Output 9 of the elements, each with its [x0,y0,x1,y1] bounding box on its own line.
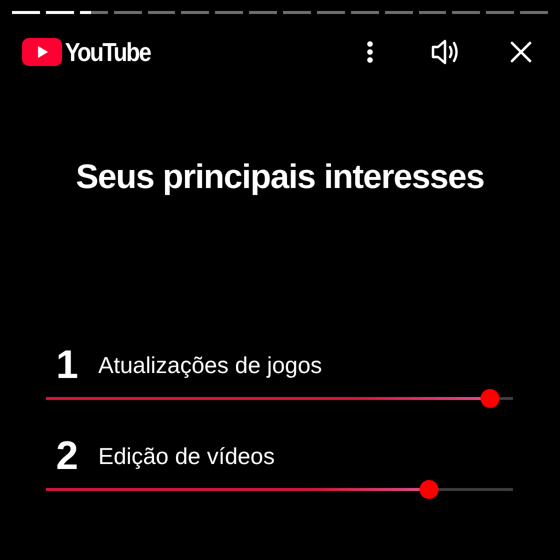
brand-name: YouTube [65,36,150,68]
close-button[interactable] [510,41,532,63]
page-title: Seus principais interesses [74,158,486,197]
play-logo-icon [22,38,62,66]
interest-label: Edição de vídeos [98,442,275,470]
rank-number: 1 [56,343,78,387]
interest-label: Atualizações de jogos [98,352,322,378]
more-options-button[interactable] [366,40,374,64]
rank-number: 2 [56,434,78,478]
